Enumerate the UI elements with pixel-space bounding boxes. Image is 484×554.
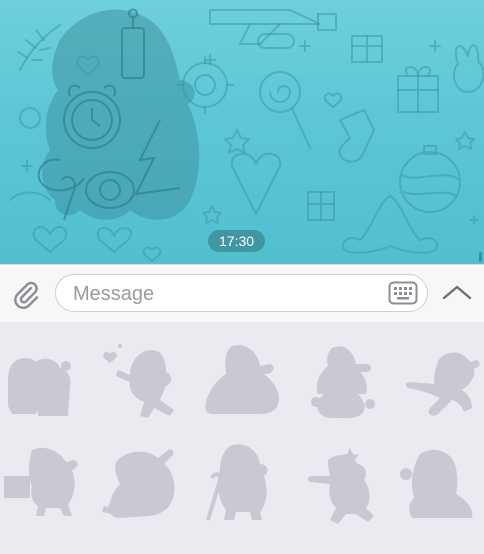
sticker-gnome-lying[interactable] <box>202 338 284 420</box>
message-composer <box>0 264 484 323</box>
sticker-gnome-cane[interactable] <box>200 440 282 522</box>
chevron-up-icon <box>442 285 472 300</box>
sticker-gnome-gift[interactable] <box>2 442 84 524</box>
message-field[interactable] <box>55 274 428 313</box>
sticker-gnome-cauldron[interactable] <box>306 342 388 424</box>
sticker-gnome-running[interactable] <box>400 344 482 426</box>
attach-button[interactable] <box>10 279 42 311</box>
keyboard-icon <box>388 281 418 305</box>
sticker-gnome-heart[interactable] <box>100 340 182 422</box>
sticker-gnome-couple[interactable] <box>2 340 84 422</box>
sticker-gnome-star[interactable] <box>300 446 382 528</box>
collapse-panel-button[interactable] <box>440 278 474 308</box>
sticker-gnome-cleaning[interactable] <box>100 442 182 524</box>
keyboard-toggle-button[interactable] <box>388 281 418 305</box>
message-timestamp: 17:30 <box>208 230 266 252</box>
paperclip-icon <box>14 281 39 309</box>
doodle-pattern <box>9 8 484 262</box>
sticker-panel <box>0 322 484 554</box>
sticker-gnome-sitting[interactable] <box>398 444 480 526</box>
message-input[interactable] <box>71 275 375 313</box>
chat-scrollbar[interactable] <box>479 252 482 262</box>
chat-background: 17:30 <box>0 0 484 264</box>
